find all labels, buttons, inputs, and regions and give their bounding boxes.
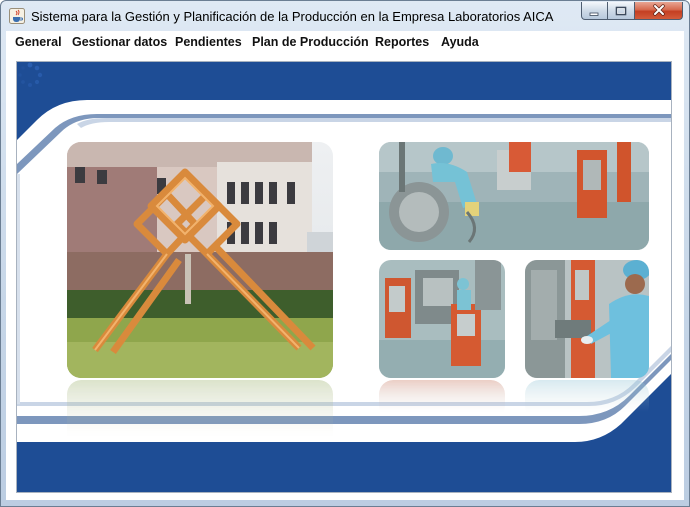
minimize-icon: [589, 1, 600, 20]
menu-plan-de-produccion[interactable]: Plan de Producción: [252, 35, 369, 49]
menu-gestionar-datos[interactable]: Gestionar datos: [72, 35, 167, 49]
menu-bar: General Gestionar datos Pendientes Plan …: [6, 31, 684, 54]
menu-general[interactable]: General: [15, 35, 62, 49]
spinner-icon: [18, 62, 43, 87]
window-title: Sistema para la Gestión y Planificación …: [31, 9, 554, 24]
factory-sculpture-reflection: [67, 380, 333, 450]
factory-sculpture-photo: [67, 142, 333, 378]
menu-pendientes[interactable]: Pendientes: [175, 35, 242, 49]
technician-reflection: [525, 380, 649, 420]
menu-reportes[interactable]: Reportes: [375, 35, 429, 49]
maximize-button[interactable]: [608, 2, 635, 20]
title-bar[interactable]: Sistema para la Gestión y Planificación …: [1, 1, 689, 31]
splash-banner: [16, 61, 672, 493]
minimize-button[interactable]: [581, 2, 608, 20]
application-window: Sistema para la Gestión y Planificación …: [0, 0, 690, 507]
java-cup-icon[interactable]: [9, 8, 25, 24]
close-icon: [652, 1, 666, 20]
main-content: [6, 53, 684, 500]
production-machines-photo: [379, 260, 505, 378]
close-button[interactable]: [635, 2, 683, 20]
laboratory-worker-photo: [379, 142, 649, 250]
maximize-icon: [615, 1, 627, 20]
production-machines-reflection: [379, 380, 505, 420]
menu-ayuda[interactable]: Ayuda: [441, 35, 479, 49]
technician-photo: [525, 260, 649, 378]
